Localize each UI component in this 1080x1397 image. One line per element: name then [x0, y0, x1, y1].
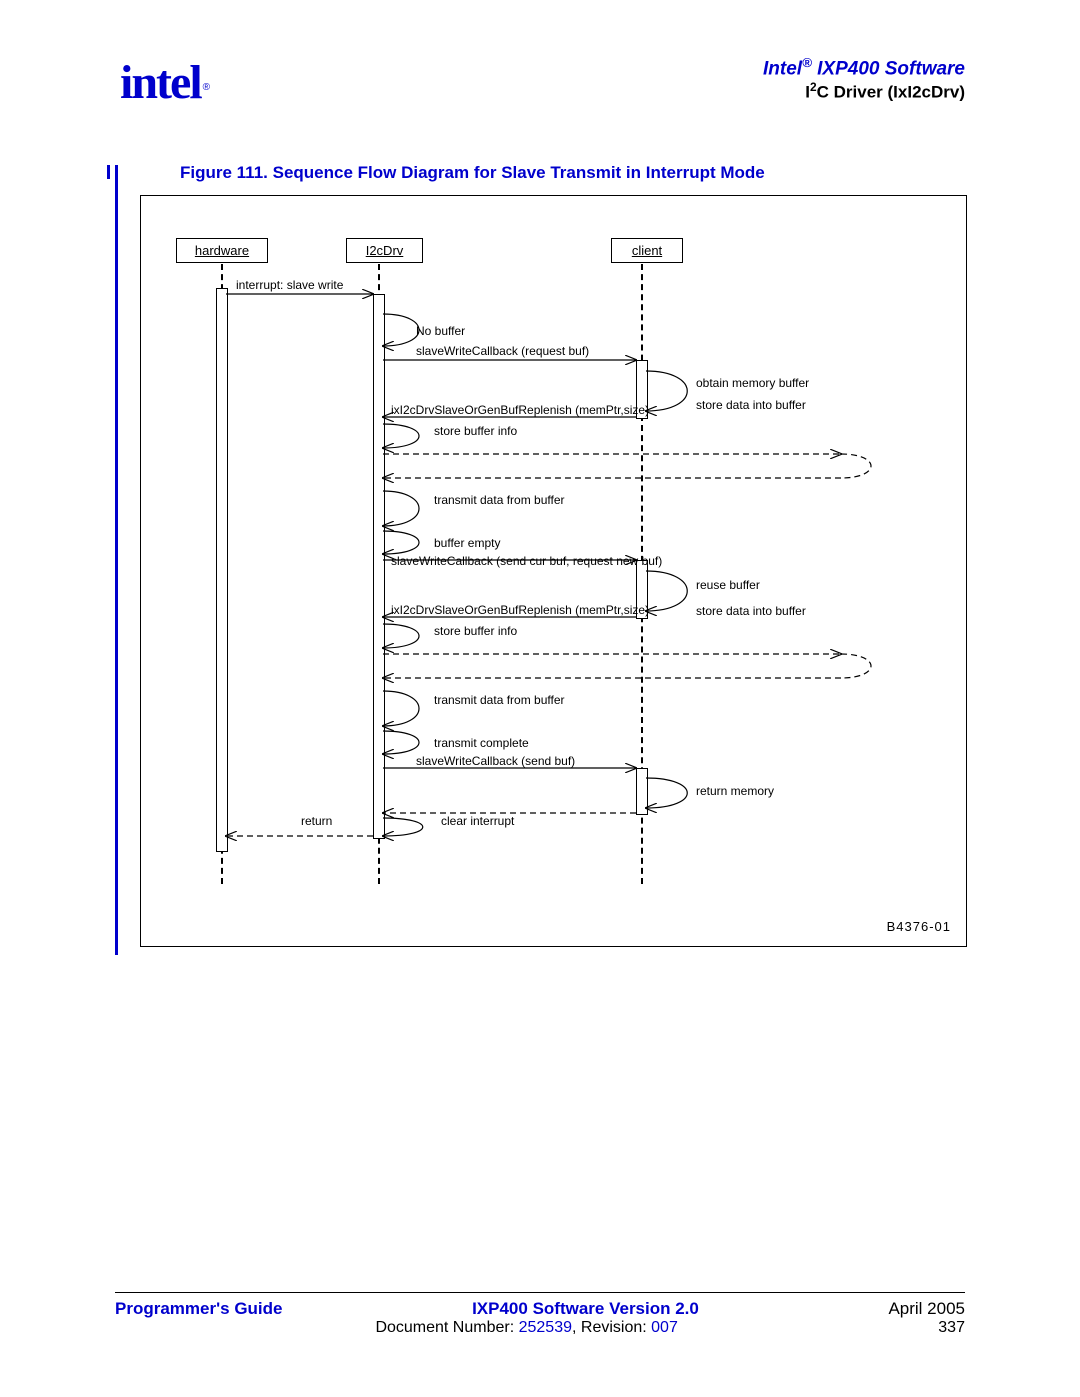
header-subtitle: I2C Driver (IxI2cDrv): [763, 80, 965, 103]
label-interrupt: interrupt: slave write: [236, 278, 343, 292]
label-buffer-empty: buffer empty: [434, 536, 500, 550]
diagram-id: B4376-01: [887, 919, 951, 934]
label-transmit-complete: transmit complete: [434, 736, 529, 750]
page-footer: Programmer's Guide IXP400 Software Versi…: [115, 1292, 965, 1337]
label-store-data-2: store data into buffer: [696, 604, 806, 618]
footer-version: IXP400 Software Version 2.0: [472, 1299, 699, 1319]
label-callback-request: slaveWriteCallback (request buf): [416, 344, 589, 358]
figure-title: Figure 111. Sequence Flow Diagram for Sl…: [180, 163, 765, 183]
label-no-buffer: No buffer: [416, 324, 465, 338]
label-replenish-2: ixI2cDrvSlaveOrGenBufReplenish (memPtr,s…: [391, 603, 649, 617]
participant-i2cdrv: I2cDrv: [346, 238, 423, 263]
label-obtain-memory: obtain memory buffer: [696, 376, 809, 390]
label-return: return: [301, 814, 332, 828]
footer-date: April 2005: [888, 1299, 965, 1319]
diagram-arrows: [141, 196, 966, 946]
label-return-memory: return memory: [696, 784, 774, 798]
label-store-data-1: store data into buffer: [696, 398, 806, 412]
logo-text: intel: [120, 56, 201, 109]
intel-logo: intel®: [120, 55, 208, 110]
participant-client: client: [611, 238, 683, 263]
label-transmit-1: transmit data from buffer: [434, 493, 565, 507]
label-replenish-1: ixI2cDrvSlaveOrGenBufReplenish (memPtr,s…: [391, 403, 649, 417]
page-header: Intel® IXP400 Software I2C Driver (IxI2c…: [763, 55, 965, 103]
footer-guide: Programmer's Guide: [115, 1299, 283, 1319]
label-clear-interrupt: clear interrupt: [441, 814, 514, 828]
change-bar-marker: [107, 165, 110, 179]
change-bar: [115, 165, 118, 955]
footer-page: 337: [938, 1319, 965, 1337]
label-reuse-buffer: reuse buffer: [696, 578, 760, 592]
activation-i2cdrv: [373, 294, 385, 839]
label-store-buffer-2: store buffer info: [434, 624, 517, 638]
header-title: Intel® IXP400 Software: [763, 55, 965, 80]
activation-client-3: [636, 768, 648, 815]
footer-docnum: Document Number: 252539, Revision: 007: [375, 1319, 677, 1337]
label-store-buffer-1: store buffer info: [434, 424, 517, 438]
sequence-diagram: hardware I2cDrv client: [140, 195, 967, 947]
activation-hardware: [216, 288, 228, 852]
label-callback-send-cur: slaveWriteCallback (send cur buf, reques…: [391, 554, 662, 568]
logo-reg: ®: [203, 82, 210, 93]
participant-hardware: hardware: [176, 238, 268, 263]
label-callback-send-buf: slaveWriteCallback (send buf): [416, 754, 575, 768]
label-transmit-2: transmit data from buffer: [434, 693, 565, 707]
